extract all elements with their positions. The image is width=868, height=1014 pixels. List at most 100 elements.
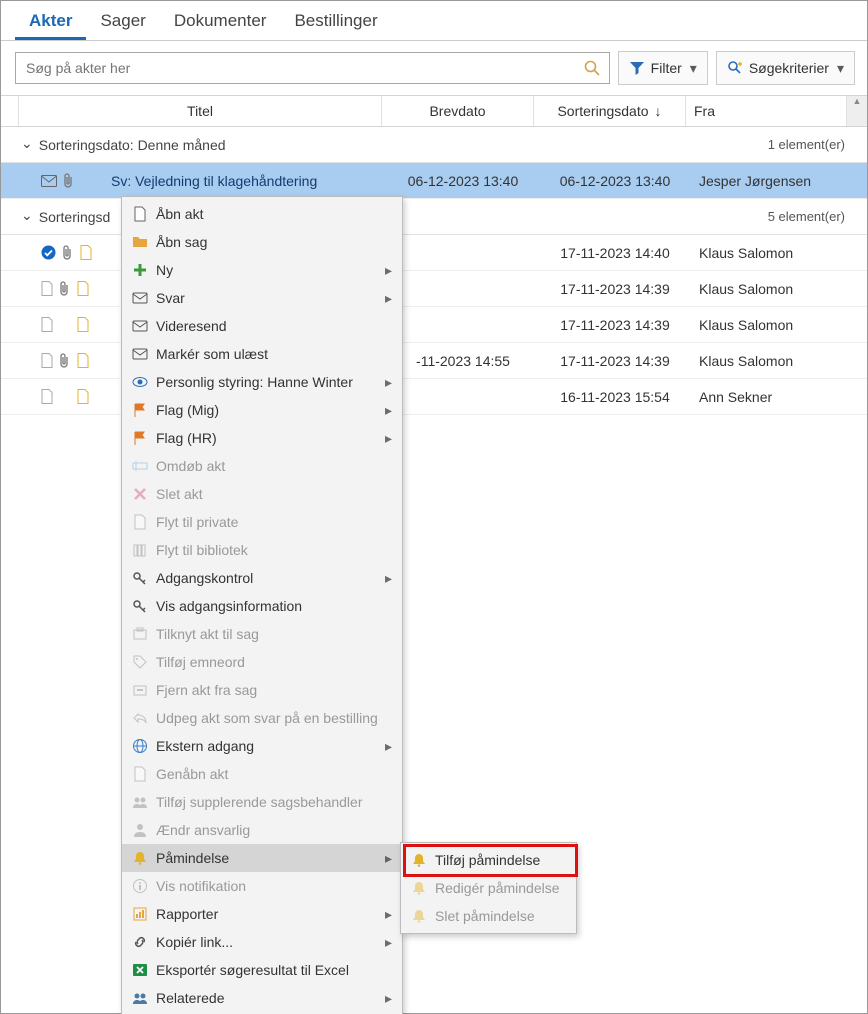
menu-item-label: Flag (HR) (156, 430, 385, 446)
row-fra: Ann Sekner (691, 389, 867, 405)
doc-icon (130, 206, 150, 222)
menu-item-bell[interactable]: Påmindelse▸ (122, 844, 402, 872)
search-criteria-button[interactable]: Søgekriterier ▾ (716, 51, 855, 85)
row-fra: Klaus Salomon (691, 245, 867, 261)
menu-item-key[interactable]: Vis adgangsinformation (122, 592, 402, 620)
header-title[interactable]: Titel (19, 96, 382, 126)
users-icon (130, 990, 150, 1006)
submenu-item[interactable]: Tilføj påmindelse (401, 846, 576, 874)
menu-item-info: Vis notifikation (122, 872, 402, 900)
menu-item-folder[interactable]: Åbn sag (122, 228, 402, 256)
menu-item-doc: Genåbn akt (122, 760, 402, 788)
users-icon (130, 794, 150, 810)
submenu-item: Slet påmindelse (401, 902, 576, 930)
group-label: Sorteringsdato: Denne måned (39, 137, 226, 153)
criteria-label: Søgekriterier (749, 60, 829, 76)
header-brevdato[interactable]: Brevdato (382, 96, 534, 126)
criteria-icon (727, 60, 743, 76)
menu-item-label: Udpeg akt som svar på en bestilling (156, 710, 392, 726)
table-row[interactable]: Sv: Vejledning til klagehåndtering 06-12… (1, 163, 867, 199)
mail-icon (41, 175, 57, 187)
search-icon[interactable] (583, 59, 601, 77)
menu-item-label: Slet akt (156, 486, 392, 502)
menu-item-eye[interactable]: Personlig styring: Hanne Winter▸ (122, 368, 402, 396)
plus-icon (130, 262, 150, 278)
globe-icon (130, 738, 150, 754)
header-expand[interactable] (1, 96, 19, 126)
row-sortdato: 17-11-2023 14:39 (539, 281, 691, 297)
menu-item-label: Ny (156, 262, 385, 278)
menu-item-link[interactable]: Kopiér link...▸ (122, 928, 402, 956)
menu-item-label: Eksportér søgeresultat til Excel (156, 962, 392, 978)
row-fra: Jesper Jørgensen (691, 173, 867, 189)
tab-sager[interactable]: Sager (86, 5, 159, 40)
menu-item-label: Adgangskontrol (156, 570, 385, 586)
tab-bestillinger[interactable]: Bestillinger (280, 5, 391, 40)
flag-icon (130, 402, 150, 418)
menu-item-label: Kopiér link... (156, 934, 385, 950)
menu-item-key[interactable]: Adgangskontrol▸ (122, 564, 402, 592)
menu-item-label: Fjern akt fra sag (156, 682, 392, 698)
rename-icon (130, 458, 150, 474)
delete-icon (130, 486, 150, 502)
menu-item-flag[interactable]: Flag (HR)▸ (122, 424, 402, 452)
chevron-down-icon: ⌄ (21, 207, 33, 224)
mail-icon (130, 318, 150, 334)
attachment-icon (60, 353, 70, 369)
row-sortdato: 06-12-2023 13:40 (539, 173, 691, 189)
attach-icon (130, 626, 150, 642)
menu-item-flag[interactable]: Flag (Mig)▸ (122, 396, 402, 424)
menu-item-label: Genåbn akt (156, 766, 392, 782)
menu-item-mail[interactable]: Videresend (122, 312, 402, 340)
doc-icon (77, 389, 89, 404)
attachment-icon (63, 245, 73, 261)
report-icon (130, 906, 150, 922)
doc-icon (41, 281, 53, 296)
filter-button[interactable]: Filter ▾ (618, 51, 708, 85)
submenu-arrow-icon: ▸ (385, 990, 392, 1007)
menu-item-users[interactable]: Relaterede▸ (122, 984, 402, 1012)
menu-item-doc: Flyt til private (122, 508, 402, 536)
header-fra[interactable]: Fra (686, 96, 846, 126)
group-label: Sorteringsd (39, 209, 111, 225)
menu-item-remove: Fjern akt fra sag (122, 676, 402, 704)
menu-item-excel[interactable]: Eksportér søgeresultat til Excel (122, 956, 402, 984)
attachment-icon (60, 281, 70, 297)
row-brevdato: 06-12-2023 13:40 (387, 173, 539, 189)
menu-item-mail[interactable]: Markér som ulæst (122, 340, 402, 368)
menu-item-doc[interactable]: Åbn akt (122, 200, 402, 228)
menu-item-mail[interactable]: Svar▸ (122, 284, 402, 312)
menu-item-label: Videresend (156, 318, 392, 334)
excel-icon (130, 962, 150, 978)
row-sortdato: 16-11-2023 15:54 (539, 389, 691, 405)
menu-item-user: Ændr ansvarlig (122, 816, 402, 844)
menu-item-attach: Tilknyt akt til sag (122, 620, 402, 648)
submenu-arrow-icon: ▸ (385, 570, 392, 587)
submenu-arrow-icon: ▸ (385, 430, 392, 447)
menu-item-label: Vis adgangsinformation (156, 598, 392, 614)
check-icon (41, 245, 56, 260)
tab-akter[interactable]: Akter (15, 5, 86, 40)
bell-icon (409, 908, 429, 924)
menu-item-report[interactable]: Rapporter▸ (122, 900, 402, 928)
search-box[interactable] (15, 52, 610, 84)
menu-item-delete: Slet akt (122, 480, 402, 508)
menu-item-users: Tilføj supplerende sagsbehandler (122, 788, 402, 816)
scroll-up-icon[interactable]: ▲ (846, 96, 867, 126)
doc-icon (77, 281, 89, 296)
tab-dokumenter[interactable]: Dokumenter (160, 5, 281, 40)
mail-icon (130, 290, 150, 306)
menu-item-label: Markér som ulæst (156, 346, 392, 362)
header-sorteringsdato[interactable]: Sorteringsdato↓ (534, 96, 686, 126)
attachment-icon (64, 173, 74, 189)
menu-item-plus[interactable]: Ny▸ (122, 256, 402, 284)
submenu-arrow-icon: ▸ (385, 934, 392, 951)
menu-item-label: Ændr ansvarlig (156, 822, 392, 838)
filter-label: Filter (651, 60, 682, 76)
remove-icon (130, 682, 150, 698)
row-sortdato: 17-11-2023 14:40 (539, 245, 691, 261)
menu-item-globe[interactable]: Ekstern adgang▸ (122, 732, 402, 760)
search-input[interactable] (24, 59, 583, 77)
group-header[interactable]: ⌄ Sorteringsdato: Denne måned 1 element(… (1, 127, 867, 163)
flag-icon (130, 430, 150, 446)
